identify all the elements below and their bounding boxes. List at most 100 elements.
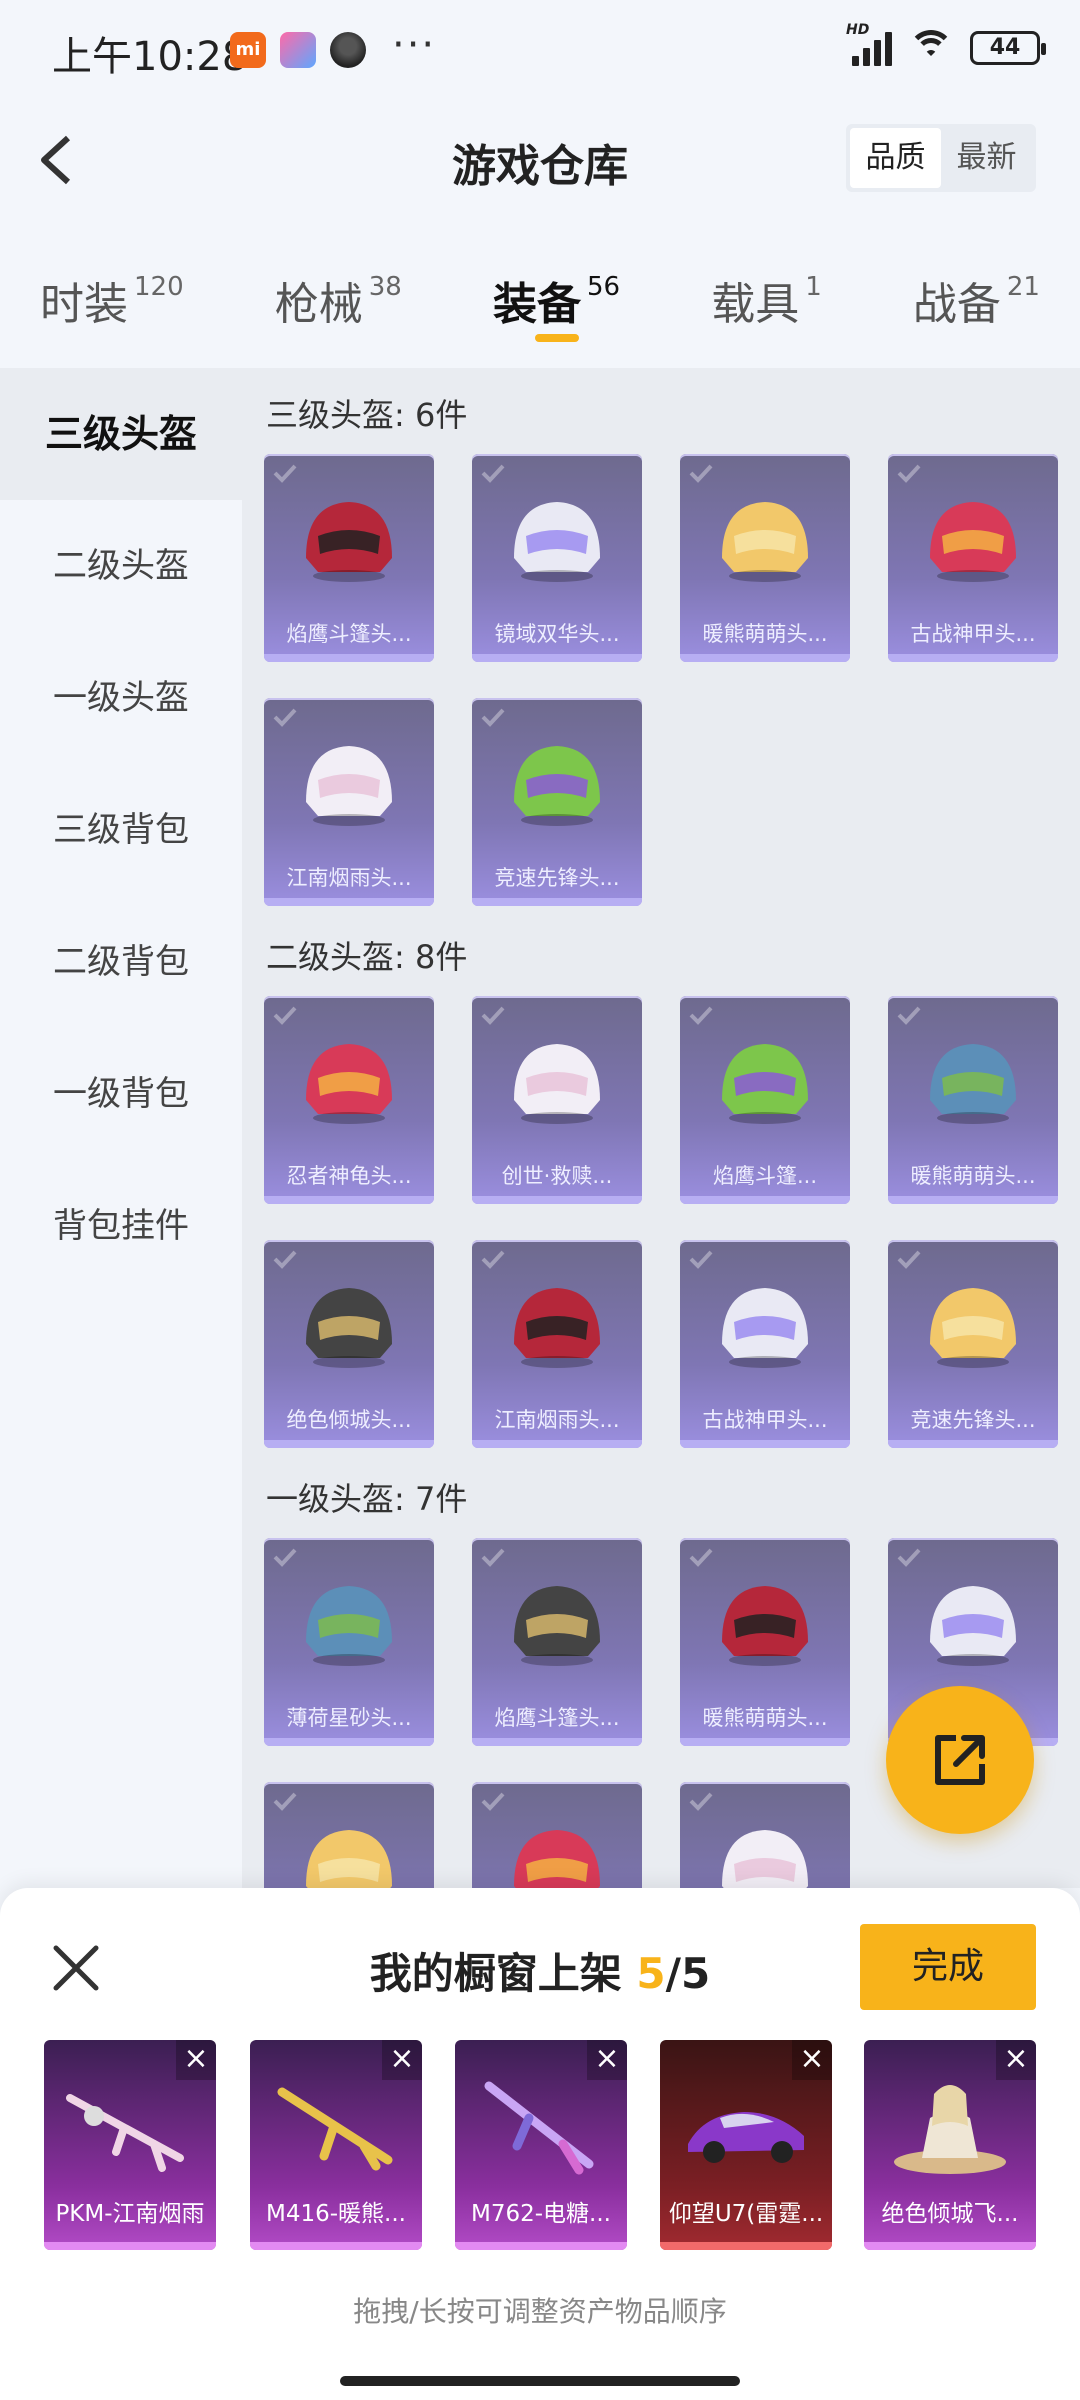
tab-fashion[interactable]: 时装 120 (40, 240, 184, 370)
item-card[interactable]: 江南烟雨头... (264, 698, 434, 906)
item-card[interactable]: 焰鹰斗篷头... (264, 454, 434, 662)
remove-item-icon[interactable]: × (792, 2040, 832, 2080)
section-title: 三级头盔: 6件 (266, 396, 468, 434)
quality-bar (472, 654, 642, 662)
home-indicator[interactable] (340, 2376, 740, 2386)
item-name: 焰鹰斗篷... (712, 1164, 818, 1188)
quality-bar (455, 2242, 627, 2250)
helmet-image (306, 1586, 392, 1666)
item-card[interactable]: 焰鹰斗篷头... (472, 1538, 642, 1746)
sidebar-item-level2-backpack[interactable]: 二级背包 (0, 896, 242, 1028)
showcase-count-current: 5 (636, 1949, 666, 1998)
item-card[interactable]: 竞速先锋头... (472, 698, 642, 906)
item-name: 暖熊萌萌头... (910, 1164, 1036, 1188)
gun-image (66, 2094, 184, 2172)
quality-bar (264, 654, 434, 662)
sort-quality-option[interactable]: 品质 (850, 128, 941, 188)
quality-bar (264, 1440, 434, 1448)
sidebar-item-level1-backpack[interactable]: 一级背包 (0, 1028, 242, 1160)
helmet-image (514, 502, 600, 582)
hd-label: HD (846, 22, 870, 38)
helmet-image (514, 1830, 600, 1888)
section-title: 一级头盔: 7件 (266, 1480, 468, 1518)
showcase-item[interactable]: × PKM-江南烟雨 (44, 2040, 216, 2250)
helmet-image (306, 1288, 392, 1368)
tab-vehicles[interactable]: 载具 1 (711, 240, 822, 370)
item-grid: 三级头盔: 6件 二级头盔: 8件 一级头盔: 7件 焰鹰斗篷头... 镜域双华头… (242, 368, 1080, 1888)
sidebar-item-level2-helmet[interactable]: 二级头盔 (0, 500, 242, 632)
sort-newest-option[interactable]: 最新 (941, 128, 1032, 188)
item-card[interactable]: 忍者神龟头... (264, 996, 434, 1204)
helmet-image (722, 1288, 808, 1368)
car-image (688, 2112, 804, 2163)
item-card[interactable]: 竞速先锋头... (888, 1240, 1058, 1448)
item-card[interactable]: 暖熊萌萌头... (680, 454, 850, 662)
quality-bar (680, 1440, 850, 1448)
remove-item-icon[interactable]: × (996, 2040, 1036, 2080)
item-card[interactable] (680, 1782, 850, 1888)
wifi-icon (908, 30, 954, 66)
item-name: 薄荷星砂头... (286, 1706, 412, 1730)
helmet-image (930, 502, 1016, 582)
showcase-item-name: 绝色倾城飞... (881, 2201, 1019, 2227)
showcase-item[interactable]: × M762-电糖... (455, 2040, 627, 2250)
helmet-image (930, 1044, 1016, 1124)
item-name: 绝色倾城头... (286, 1408, 412, 1432)
item-card[interactable] (472, 1782, 642, 1888)
item-card[interactable]: 绝色倾城头... (264, 1240, 434, 1448)
tab-guns[interactable]: 枪械 38 (275, 240, 402, 370)
item-card[interactable]: 江南烟雨头... (472, 1240, 642, 1448)
showcase-item[interactable]: × M416-暖熊... (250, 2040, 422, 2250)
tab-count: 1 (805, 272, 822, 302)
item-card[interactable]: 古战神甲头... (888, 454, 1058, 662)
header: 游戏仓库 品质 最新 (0, 110, 1080, 210)
status-bar: 上午10:28 mi ··· HD 44 (0, 0, 1080, 100)
item-name: 古战神甲头... (910, 622, 1036, 646)
remove-item-icon[interactable]: × (382, 2040, 422, 2080)
helmet-image (722, 1586, 808, 1666)
tab-count: 21 (1006, 272, 1040, 302)
item-card[interactable]: 暖熊萌萌头... (680, 1538, 850, 1746)
item-name: 创世·救赎... (501, 1164, 613, 1188)
gun-image (277, 2087, 393, 2171)
helmet-image (514, 1044, 600, 1124)
avatar-app-icon (330, 32, 366, 68)
showcase-item[interactable]: × 仰望U7(雷霆... (660, 2040, 832, 2250)
item-card[interactable]: 创世·救赎... (472, 996, 642, 1204)
item-name: 忍者神龟头... (286, 1164, 412, 1188)
helmet-image (514, 1288, 600, 1368)
sidebar-item-level1-helmet[interactable]: 一级头盔 (0, 632, 242, 764)
item-name: 焰鹰斗篷头... (286, 622, 412, 646)
category-tabs: 时装 120 枪械 38 装备 56 载具 1 战备 21 (0, 240, 1080, 370)
sidebar-item-backpack-charm[interactable]: 背包挂件 (0, 1160, 242, 1292)
helmet-image (306, 1830, 392, 1888)
quality-bar (888, 1440, 1058, 1448)
share-icon (935, 1735, 985, 1785)
showcase-item-name: PKM-江南烟雨 (55, 2201, 205, 2227)
share-button[interactable] (886, 1686, 1034, 1834)
sidebar-item-level3-backpack[interactable]: 三级背包 (0, 764, 242, 896)
quality-bar (680, 1196, 850, 1204)
done-button[interactable]: 完成 (860, 1924, 1036, 2010)
item-card[interactable] (264, 1782, 434, 1888)
item-card[interactable]: 古战神甲头... (680, 1240, 850, 1448)
item-card[interactable]: 镜域双华头... (472, 454, 642, 662)
item-name: 焰鹰斗篷头... (494, 1706, 620, 1730)
showcase-count-separator: / (665, 1949, 681, 1998)
remove-item-icon[interactable]: × (176, 2040, 216, 2080)
tab-label: 战备 (912, 279, 1001, 330)
quality-bar (264, 898, 434, 906)
tab-supplies[interactable]: 战备 21 (913, 240, 1040, 370)
sidebar-item-level3-helmet[interactable]: 三级头盔 (0, 368, 242, 500)
gun-image (484, 2081, 594, 2175)
item-card[interactable]: 薄荷星砂头... (264, 1538, 434, 1746)
showcase-item[interactable]: × 绝色倾城飞... (864, 2040, 1036, 2250)
item-card[interactable]: 暖熊萌萌头... (888, 996, 1058, 1204)
item-card[interactable]: 焰鹰斗篷... (680, 996, 850, 1204)
quality-bar (250, 2242, 422, 2250)
tab-equipment[interactable]: 装备 56 (493, 240, 620, 370)
tab-label: 载具 (711, 279, 800, 330)
section-title: 二级头盔: 8件 (266, 938, 468, 976)
remove-item-icon[interactable]: × (587, 2040, 627, 2080)
helmet-image (514, 746, 600, 826)
